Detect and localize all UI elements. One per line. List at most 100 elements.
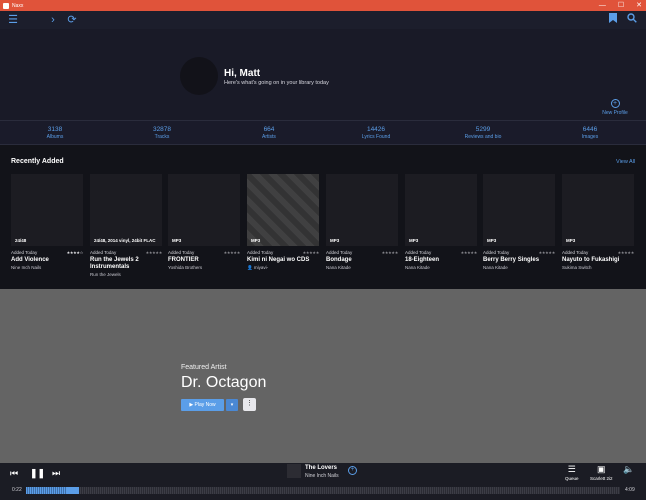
album-artist[interactable]: Nine Inch Nails (11, 265, 83, 270)
format-badge: 24/48 (15, 238, 27, 243)
search-icon-glyph (627, 13, 637, 23)
rating-stars[interactable]: ★★★★★ (146, 250, 163, 255)
album-cover[interactable]: MP3 (247, 174, 319, 246)
rating-stars[interactable]: ★★★★★ (618, 250, 635, 255)
album-card[interactable]: MP3 Added Today ★★★★★ Kimi ni Negai wo C… (247, 174, 319, 271)
rating-stars[interactable]: ★★★★☆ (67, 250, 84, 255)
format-badge: 24/48, 2014 vinyl, 24bit FLAC (94, 238, 156, 243)
album-title[interactable]: Nayuto to Fukashigi (562, 257, 634, 264)
minimize-button[interactable]: — (599, 0, 606, 11)
app-icon (3, 2, 9, 9)
stat-value: 5299 (475, 126, 491, 133)
stat-albums[interactable]: 3138 Albums (25, 126, 85, 140)
add-to-library-icon[interactable]: + (348, 466, 357, 475)
play-now-button[interactable]: ▶ Play Now (181, 399, 224, 411)
featured-artist-name[interactable]: Dr. Octagon (181, 374, 266, 392)
album-artist[interactable]: Nana Kitade (483, 265, 555, 270)
album-title[interactable]: Kimi ni Negai wo CDS (247, 257, 319, 264)
library-stats: 3138 Albums 32878 Tracks 664 Artists 144… (0, 120, 646, 145)
new-profile-label: New Profile (602, 110, 628, 116)
album-title[interactable]: 18-Eighteen (405, 257, 477, 264)
album-cover[interactable]: MP3 (562, 174, 634, 246)
previous-track-button[interactable]: ⏮ (10, 467, 18, 479)
album-title[interactable]: FRONTIER (168, 257, 240, 264)
featured-artist-section (0, 289, 646, 463)
album-title[interactable]: Bondage (326, 257, 398, 264)
play-pause-button[interactable]: ❚❚ (30, 467, 45, 479)
chevron-right-icon[interactable]: › (46, 13, 60, 27)
seek-waveform[interactable] (26, 487, 620, 494)
view-all-link[interactable]: View All (616, 159, 635, 165)
album-card[interactable]: MP3 Added Today ★★★★★ FRONTIER Yoshida B… (168, 174, 240, 270)
album-artist[interactable]: Run the Jewels (90, 272, 162, 277)
album-cover[interactable]: MP3 (326, 174, 398, 246)
rating-stars[interactable]: ★★★★★ (461, 250, 478, 255)
rating-stars[interactable]: ★★★★★ (224, 250, 241, 255)
album-artist[interactable]: Nana Kitade (405, 265, 477, 270)
format-badge: MP3 (172, 238, 182, 243)
total-duration: 4:09 (625, 487, 635, 493)
more-options-button[interactable]: ⋮ (243, 398, 256, 411)
volume-button[interactable]: 🔈 (623, 464, 634, 475)
album-cover[interactable]: 24/48, 2014 vinyl, 24bit FLAC (90, 174, 162, 246)
hamburger-icon[interactable]: ☰ (6, 13, 20, 27)
close-button[interactable]: ✕ (636, 0, 642, 11)
stat-images[interactable]: 6446 Images (560, 126, 620, 140)
album-cover[interactable]: MP3 (483, 174, 555, 246)
album-card[interactable]: MP3 Added Today ★★★★★ 18-Eighteen Nana K… (405, 174, 477, 270)
window-title: Naxx (12, 2, 24, 9)
stat-tracks[interactable]: 32878 Tracks (132, 126, 192, 140)
maximize-button[interactable]: ☐ (618, 0, 624, 11)
featured-label: Featured Artist (181, 364, 227, 371)
album-cover[interactable]: 24/48 (11, 174, 83, 246)
now-playing-artist[interactable]: Nine Inch Nails (305, 473, 339, 479)
speaker-device-icon: ▣ (597, 464, 606, 474)
output-device-button[interactable]: ▣ Scarlett 2i2 (590, 464, 613, 481)
queue-label: Queue (565, 476, 579, 481)
new-profile-button[interactable]: + New Profile (598, 99, 632, 116)
refresh-icon[interactable]: ⟳ (65, 13, 79, 27)
next-track-button[interactable]: ⏭ (52, 467, 60, 479)
album-card[interactable]: MP3 Added Today ★★★★★ Berry Berry Single… (483, 174, 555, 270)
format-badge: MP3 (251, 238, 261, 243)
play-options-dropdown[interactable]: ▾ (226, 399, 238, 411)
album-artist[interactable]: Nana Kitade (326, 265, 398, 270)
album-card[interactable]: MP3 Added Today ★★★★★ Nayuto to Fukashig… (562, 174, 634, 270)
now-playing-title[interactable]: The Lovers (305, 465, 337, 471)
album-cover[interactable]: MP3 (168, 174, 240, 246)
search-icon[interactable] (625, 13, 639, 27)
stat-label: Images (581, 134, 599, 140)
rating-stars[interactable]: ★★★★★ (303, 250, 320, 255)
seek-handle[interactable] (67, 487, 79, 494)
greeting: Hi, Matt (224, 68, 261, 79)
album-artist[interactable]: Sukima Switch (562, 265, 634, 270)
format-badge: MP3 (330, 238, 340, 243)
stat-value: 32878 (152, 126, 172, 133)
album-artist[interactable]: 👤 miyavi- (247, 265, 319, 271)
stat-artists[interactable]: 664 Artists (239, 126, 299, 140)
rating-stars[interactable]: ★★★★★ (539, 250, 556, 255)
stat-lyrics[interactable]: 14426 Lyrics Found (346, 126, 406, 140)
queue-button[interactable]: ☰ Queue (565, 464, 579, 481)
album-card[interactable]: 24/48, 2014 vinyl, 24bit FLAC Added Toda… (90, 174, 162, 277)
section-title: Recently Added (11, 158, 64, 165)
stat-reviews[interactable]: 5299 Reviews and bio (453, 126, 513, 140)
album-artist[interactable]: Yoshida Brothers (168, 265, 240, 270)
volume-icon: 🔈 (623, 464, 635, 474)
album-card[interactable]: MP3 Added Today ★★★★★ Bondage Nana Kitad… (326, 174, 398, 270)
format-badge: MP3 (409, 238, 419, 243)
avatar[interactable] (180, 57, 218, 95)
album-card[interactable]: 24/48 Added Today ★★★★☆ Add Violence Nin… (11, 174, 83, 270)
stat-value: 6446 (582, 126, 598, 133)
now-playing-artwork[interactable] (287, 464, 301, 478)
album-title[interactable]: Run the Jewels 2 Instrumentals (90, 257, 162, 271)
album-title[interactable]: Berry Berry Singles (483, 257, 555, 264)
bookmark-icon[interactable] (606, 13, 620, 27)
title-bar: Naxx — ☐ ✕ (0, 0, 646, 11)
stat-label: Albums (46, 134, 64, 140)
format-badge: MP3 (487, 238, 497, 243)
queue-icon: ☰ (567, 464, 576, 474)
album-cover[interactable]: MP3 (405, 174, 477, 246)
rating-stars[interactable]: ★★★★★ (382, 250, 399, 255)
album-title[interactable]: Add Violence (11, 257, 83, 264)
